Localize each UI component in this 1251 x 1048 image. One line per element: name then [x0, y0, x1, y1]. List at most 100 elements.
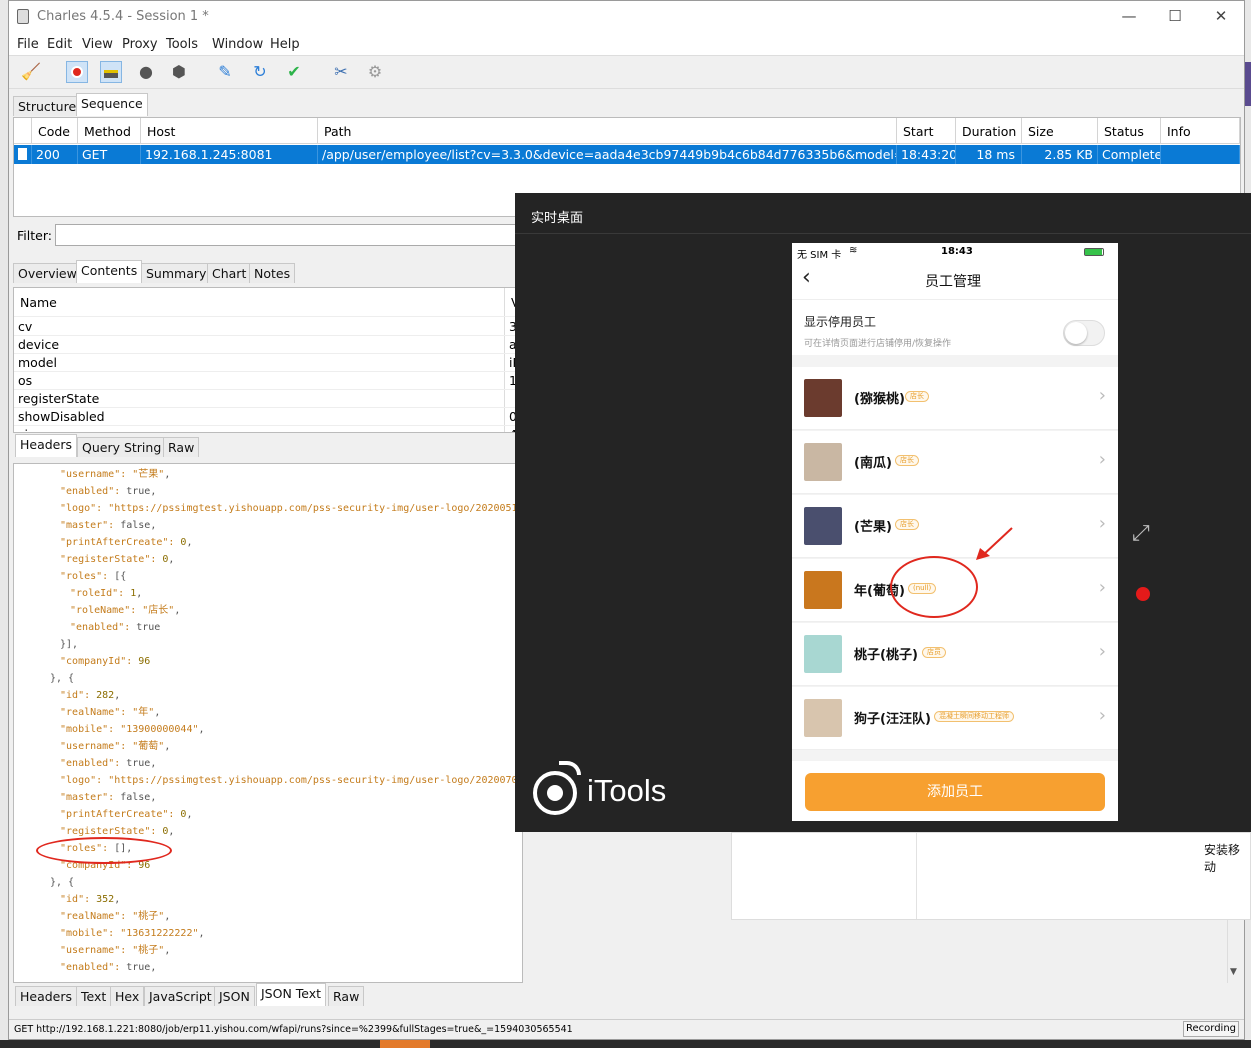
- title-bar[interactable]: Charles 4.5.4 - Session 1 * — ☐ ✕: [9, 1, 1244, 33]
- query-row-name[interactable]: registerState: [18, 390, 99, 408]
- document-icon: [14, 145, 32, 164]
- cell-status: Complete: [1098, 145, 1161, 164]
- minimize-button[interactable]: —: [1106, 5, 1152, 29]
- tab-request-headers[interactable]: Headers: [15, 434, 78, 457]
- turtle-icon[interactable]: ●: [135, 61, 157, 83]
- breakpoint-icon[interactable]: ⬢: [168, 61, 190, 83]
- menu-window[interactable]: Window: [212, 37, 263, 52]
- json-line: }],: [60, 639, 79, 650]
- json-line: "master": false,: [60, 792, 157, 803]
- query-row-name[interactable]: showDisabled: [18, 408, 105, 426]
- setting-subtitle: 可在详情页面进行店铺停用/恢复操作: [804, 339, 952, 349]
- broom-icon[interactable]: 🧹: [20, 61, 42, 83]
- employee-avatar: [804, 699, 842, 737]
- filter-input[interactable]: [55, 224, 525, 246]
- tab-hex[interactable]: Hex: [110, 986, 145, 1006]
- chevron-right-icon: ›: [1098, 577, 1106, 598]
- query-row-name[interactable]: cv: [18, 318, 32, 336]
- role-badge: 店长: [905, 391, 929, 402]
- json-line: "mobile": "13900000044",: [60, 724, 205, 735]
- phone-status-bar: 无 SIM 卡 ≋ 18:43: [792, 243, 1118, 261]
- json-line: "enabled": true: [70, 622, 161, 633]
- fullscreen-icon[interactable]: ⤢: [1132, 521, 1150, 546]
- menu-view[interactable]: View: [82, 37, 113, 52]
- json-line: "realName": "桃子",: [60, 911, 171, 922]
- chevron-right-icon: ›: [1098, 449, 1106, 470]
- recording-indicator[interactable]: Recording: [1183, 1021, 1239, 1037]
- tab-summary[interactable]: Summary: [141, 263, 212, 283]
- column-host[interactable]: Host: [141, 118, 318, 144]
- tab-chart[interactable]: Chart: [207, 263, 252, 283]
- tab-sequence[interactable]: Sequence: [76, 93, 148, 116]
- employee-list-item[interactable]: 狗子(汪汪队) 混凝土瞬间移动工程师 ›: [792, 687, 1118, 750]
- record-dot-icon[interactable]: [1136, 587, 1150, 601]
- menu-proxy[interactable]: Proxy: [122, 37, 158, 52]
- employee-list-item[interactable]: (南瓜) 店长 ›: [792, 431, 1118, 494]
- chevron-right-icon: ›: [1098, 705, 1106, 726]
- tools-icon[interactable]: ✂: [330, 61, 352, 83]
- menu-edit[interactable]: Edit: [47, 37, 72, 52]
- json-line: "username": "桃子",: [60, 945, 171, 956]
- column-info[interactable]: Info: [1161, 118, 1240, 144]
- record-icon[interactable]: [66, 61, 88, 83]
- json-line: "username": "芒果",: [60, 469, 171, 480]
- query-row-name[interactable]: sign: [18, 426, 44, 432]
- column-code[interactable]: Code: [32, 118, 78, 144]
- json-line: "roleName": "店长",: [70, 605, 181, 616]
- employee-list-item[interactable]: 桃子(桃子) 店员 ›: [792, 623, 1118, 686]
- close-button[interactable]: ✕: [1198, 5, 1244, 29]
- repeat-icon[interactable]: ↻: [249, 61, 271, 83]
- tab-structure[interactable]: Structure: [13, 96, 82, 116]
- query-row-name[interactable]: model: [18, 354, 57, 372]
- tab-response-headers[interactable]: Headers: [15, 986, 78, 1006]
- tab-request-raw[interactable]: Raw: [163, 437, 200, 457]
- query-header-name[interactable]: Name: [20, 294, 57, 312]
- json-line: }, {: [50, 877, 75, 888]
- menu-file[interactable]: File: [17, 37, 39, 52]
- chevron-right-icon: ›: [1098, 641, 1106, 662]
- annotation-arrow-icon: [976, 527, 1013, 560]
- settings-icon[interactable]: ⚙: [364, 61, 386, 83]
- back-chevron-icon[interactable]: ‹: [802, 265, 811, 290]
- cell-code: 200: [32, 145, 78, 164]
- query-row-name[interactable]: device: [18, 336, 59, 354]
- charles-app-icon: [17, 9, 29, 24]
- json-response-body[interactable]: "username": "芒果", "enabled": true, "logo":…: [13, 463, 523, 983]
- throttle-icon[interactable]: [100, 61, 122, 83]
- menu-help[interactable]: Help: [270, 37, 300, 52]
- tab-javascript[interactable]: JavaScript: [144, 986, 217, 1006]
- show-disabled-toggle[interactable]: [1063, 320, 1105, 346]
- validate-icon[interactable]: ✔: [283, 61, 305, 83]
- status-bar: GET http://192.168.1.221:8080/job/erp11.…: [9, 1019, 1244, 1039]
- compose-icon[interactable]: ✎: [214, 61, 236, 83]
- show-disabled-setting: 显示停用员工 可在详情页面进行店铺停用/恢复操作: [792, 299, 1118, 355]
- employee-list-item[interactable]: (猕猴桃) 店长 ›: [792, 367, 1118, 430]
- column-size[interactable]: Size: [1022, 118, 1098, 144]
- add-employee-button[interactable]: 添加员工: [805, 773, 1105, 811]
- query-row-name[interactable]: os: [18, 372, 32, 390]
- employee-name: (猕猴桃): [854, 392, 905, 407]
- column-duration[interactable]: Duration: [956, 118, 1022, 144]
- tab-text[interactable]: Text: [76, 986, 112, 1006]
- column-status[interactable]: Status: [1098, 118, 1161, 144]
- column-start[interactable]: Start: [897, 118, 956, 144]
- json-line: "enabled": true,: [60, 486, 157, 497]
- tab-query-string[interactable]: Query String: [77, 437, 167, 457]
- menu-tools[interactable]: Tools: [166, 37, 198, 52]
- tab-contents[interactable]: Contents: [76, 260, 143, 283]
- column-method[interactable]: Method: [78, 118, 141, 144]
- role-badge: 店长: [895, 455, 919, 466]
- tab-response-raw[interactable]: Raw: [328, 986, 365, 1006]
- json-line: "roleId": 1,: [70, 588, 143, 599]
- phone-nav-bar: ‹ 员工管理: [792, 261, 1118, 299]
- phone-page-title: 员工管理: [925, 274, 981, 290]
- maximize-button[interactable]: ☐: [1152, 5, 1198, 29]
- employee-list-item[interactable]: (芒果) 店长 ›: [792, 495, 1118, 558]
- tab-json[interactable]: JSON: [214, 986, 255, 1006]
- tab-overview[interactable]: Overview: [13, 263, 82, 283]
- column-path[interactable]: Path: [318, 118, 897, 144]
- battery-icon: [1084, 248, 1104, 256]
- tab-json-text[interactable]: JSON Text: [256, 983, 327, 1006]
- table-row[interactable]: 200 GET 192.168.1.245:8081 /app/user/emp…: [14, 145, 1240, 164]
- tab-notes[interactable]: Notes: [249, 263, 296, 283]
